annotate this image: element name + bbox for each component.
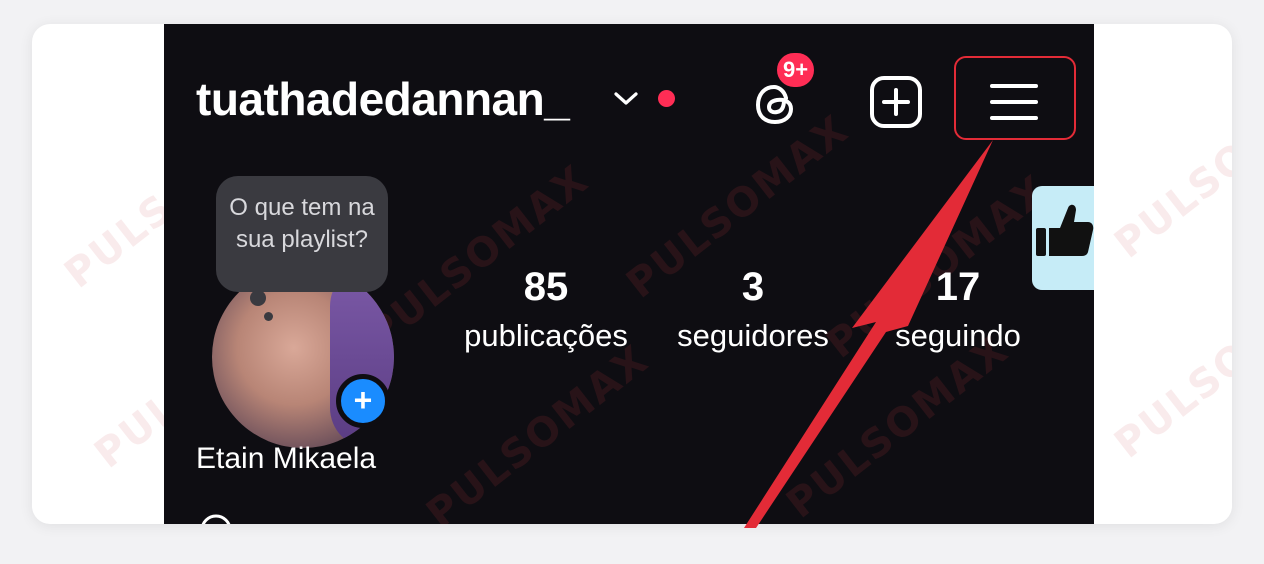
plus-square-icon[interactable] bbox=[868, 74, 924, 130]
chevron-down-icon[interactable] bbox=[612, 86, 640, 110]
watermark: PULSOMAX bbox=[778, 326, 1018, 524]
note-bubble-tail bbox=[264, 312, 273, 321]
threads-icon[interactable] bbox=[198, 512, 234, 524]
note-bubble[interactable]: O que tem na sua playlist? bbox=[216, 176, 388, 292]
like-floating-tab[interactable] bbox=[1032, 186, 1094, 290]
watermark: PULSOMAX bbox=[418, 336, 658, 524]
stat-label: seguindo bbox=[895, 318, 1021, 353]
display-name: Etain Mikaela bbox=[196, 442, 377, 475]
watermark: PULSOMAX bbox=[1106, 66, 1232, 268]
stat-value: 17 bbox=[935, 265, 981, 309]
stat-followers[interactable]: 3 seguidores bbox=[664, 264, 842, 356]
stat-value: 85 bbox=[523, 265, 569, 309]
add-story-button[interactable]: + bbox=[336, 374, 390, 428]
unread-dot bbox=[658, 90, 675, 107]
menu-highlight-annotation bbox=[954, 56, 1076, 140]
stat-label: publicações bbox=[464, 318, 628, 353]
watermark: PULSOMAX bbox=[1106, 266, 1232, 468]
stat-posts[interactable]: 85 publicações bbox=[452, 264, 640, 356]
notification-badge: 9+ bbox=[774, 50, 818, 90]
note-bubble-tail bbox=[250, 290, 266, 306]
stat-following[interactable]: 17 seguindo bbox=[876, 264, 1040, 356]
stat-label: seguidores bbox=[677, 318, 829, 353]
instagram-profile-screen: PULSOMAX PULSOMAX PULSOMAX PULSOMAX PULS… bbox=[164, 24, 1094, 524]
stat-value: 3 bbox=[741, 265, 765, 309]
profile-username[interactable]: tuathadedannan_ bbox=[196, 72, 570, 126]
thumbs-up-icon bbox=[1036, 204, 1094, 256]
